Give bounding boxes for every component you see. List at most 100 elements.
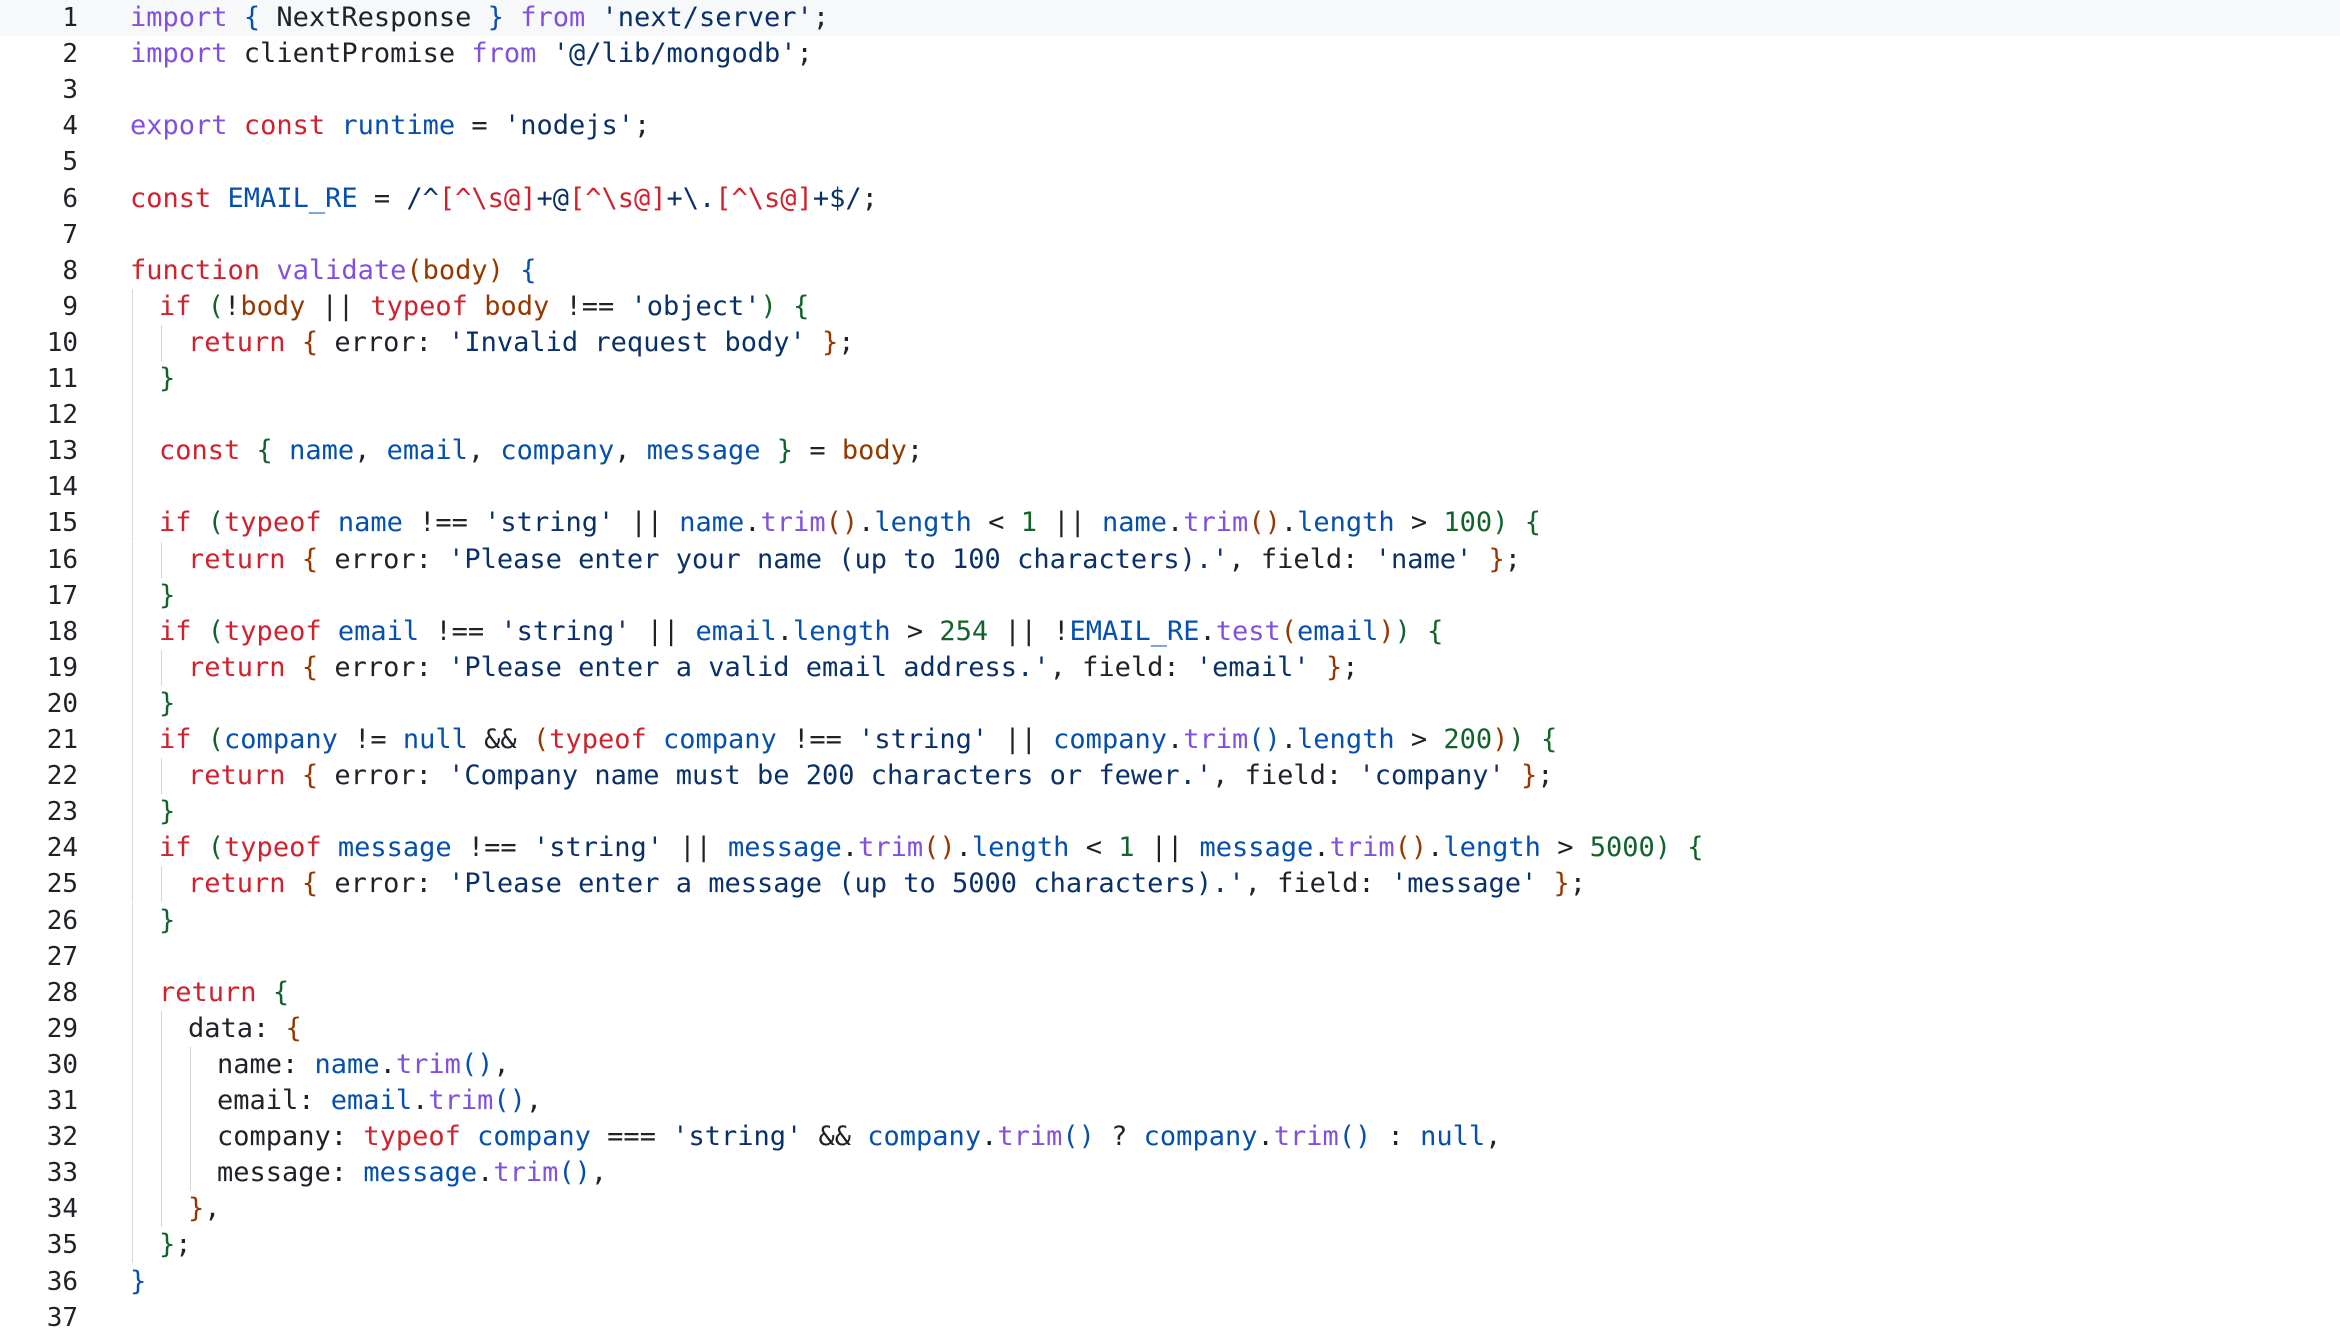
code-line[interactable]: 32 company: typeof company === 'string' &… bbox=[0, 1119, 2340, 1156]
code-token: name bbox=[679, 507, 745, 539]
code-line[interactable]: 23} bbox=[0, 794, 2340, 831]
code-line[interactable]: 36} bbox=[0, 1264, 2340, 1300]
code-line[interactable]: 29 data: { bbox=[0, 1010, 2340, 1047]
code-token: company bbox=[1053, 724, 1167, 755]
code-line[interactable]: 14 bbox=[0, 469, 2340, 506]
code-line[interactable]: 28 return { bbox=[0, 974, 2340, 1011]
code-token: { bbox=[243, 2, 261, 33]
code-token: = bbox=[793, 435, 842, 467]
code-token: ) bbox=[1508, 724, 1525, 755]
line-number: 3 bbox=[62, 75, 78, 106]
code-token: 'Invalid request body' bbox=[448, 326, 806, 358]
code-line[interactable]: 1 import { NextResponse } from 'next/serv… bbox=[0, 0, 2340, 36]
code-token: trim bbox=[493, 1157, 559, 1189]
code-token: } bbox=[159, 579, 176, 611]
code-line[interactable]: 26} bbox=[0, 902, 2340, 939]
code-line[interactable]: 3 bbox=[0, 72, 2340, 108]
code-line[interactable]: 6 const EMAIL_RE = /^[^\s@]+@[^\s@]+\.[^\… bbox=[0, 181, 2340, 217]
indent-guide bbox=[132, 758, 133, 795]
line-number: 35 bbox=[46, 1230, 78, 1261]
code-token: !== bbox=[419, 615, 501, 647]
code-line[interactable]: 15 if (typeof name !== 'string' || name.t… bbox=[0, 505, 2340, 542]
code-line[interactable]: 19 return { error: 'Please enter a valid … bbox=[0, 649, 2340, 686]
code-editor[interactable]: 1 import { NextResponse } from 'next/serv… bbox=[0, 0, 2340, 1333]
code-token: () bbox=[460, 1048, 494, 1080]
indent-guide bbox=[132, 1083, 133, 1119]
code-line[interactable]: 7 bbox=[0, 217, 2340, 253]
code-line[interactable]: 16 return { error: 'Please enter your nam… bbox=[0, 541, 2340, 578]
line-number: 22 bbox=[46, 761, 78, 792]
code-token: message bbox=[363, 1157, 478, 1189]
code-line[interactable]: 35}; bbox=[0, 1227, 2340, 1264]
code-token: . bbox=[1257, 1121, 1274, 1153]
code-token: && bbox=[467, 724, 533, 755]
code-line[interactable]: 4 export const runtime = 'nodejs'; bbox=[0, 108, 2340, 144]
code-line[interactable]: 12 bbox=[0, 397, 2340, 434]
code-line[interactable]: 27 bbox=[0, 938, 2340, 975]
code-text: data: { bbox=[188, 1011, 302, 1047]
code-token: 'object' bbox=[630, 290, 761, 322]
code-line[interactable]: 34}, bbox=[0, 1191, 2340, 1228]
indent-guide bbox=[132, 830, 133, 867]
line-number: 24 bbox=[46, 833, 78, 864]
code-token: if bbox=[159, 507, 192, 539]
code-line[interactable]: 17} bbox=[0, 577, 2340, 614]
code-line[interactable]: 20} bbox=[0, 685, 2340, 722]
code-line[interactable]: 31 email: email.trim(), bbox=[0, 1083, 2340, 1119]
code-token: runtime bbox=[341, 110, 456, 142]
code-line[interactable]: 33 message: message.trim(), bbox=[0, 1155, 2340, 1192]
code-line[interactable]: 13 const { name, email, company, message … bbox=[0, 433, 2340, 470]
indent-guide bbox=[161, 1010, 162, 1047]
indent-guide bbox=[132, 433, 133, 470]
code-text: if (typeof message !== 'string' || messa… bbox=[159, 830, 1704, 866]
code-text: }, bbox=[188, 1191, 221, 1227]
code-text: export const runtime = 'nodejs'; bbox=[130, 108, 650, 144]
indent-guide bbox=[132, 938, 133, 975]
code-line[interactable]: 5 bbox=[0, 144, 2340, 180]
code-token: length bbox=[793, 615, 891, 647]
code-line[interactable]: 30 name: name.trim(), bbox=[0, 1046, 2340, 1083]
code-token: || bbox=[614, 507, 680, 539]
code-line[interactable]: 24 if (typeof message !== 'string' || mes… bbox=[0, 830, 2340, 867]
code-token: ? bbox=[1094, 1121, 1144, 1153]
code-line[interactable]: 10 return { error: 'Invalid request body'… bbox=[0, 324, 2340, 361]
code-token: clientPromise bbox=[227, 38, 472, 70]
code-line[interactable]: 37 bbox=[0, 1300, 2340, 1336]
code-token: . bbox=[1167, 507, 1184, 539]
code-line[interactable]: 2 import clientPromise from '@/lib/mongod… bbox=[0, 36, 2340, 72]
code-token: ) bbox=[487, 254, 504, 286]
code-text: } bbox=[159, 578, 175, 614]
code-token: if bbox=[159, 724, 192, 755]
code-token: . bbox=[1427, 832, 1444, 864]
code-line[interactable]: 18 if (typeof email !== 'string' || email… bbox=[0, 613, 2340, 650]
code-token: const bbox=[130, 182, 212, 214]
code-token: return bbox=[188, 868, 286, 900]
code-token: typeof bbox=[224, 832, 322, 864]
code-token: import bbox=[130, 38, 228, 70]
code-token: } bbox=[159, 904, 176, 936]
code-line[interactable]: 22 return { error: 'Company name must be … bbox=[0, 758, 2340, 795]
code-line[interactable]: 8 function validate(body) { bbox=[0, 253, 2340, 289]
code-line[interactable]: 9 if (!body || typeof body !== 'object') … bbox=[0, 288, 2340, 325]
code-token: error: bbox=[318, 326, 449, 358]
code-line[interactable]: 21 if (company != null && (typeof company… bbox=[0, 722, 2340, 758]
code-token: ; bbox=[906, 435, 924, 467]
code-token: +@ bbox=[536, 182, 569, 214]
code-token: EMAIL_RE bbox=[1069, 615, 1200, 647]
indent-guide bbox=[132, 397, 133, 434]
code-token: . bbox=[1313, 832, 1330, 864]
line-number: 1 bbox=[62, 3, 78, 33]
line-number: 5 bbox=[62, 147, 78, 178]
code-token: = bbox=[357, 182, 407, 214]
code-line[interactable]: 25 return { error: 'Please enter a messag… bbox=[0, 866, 2340, 903]
code-text: if (typeof email !== 'string' || email.l… bbox=[159, 614, 1443, 650]
code-line[interactable]: 11} bbox=[0, 361, 2340, 397]
